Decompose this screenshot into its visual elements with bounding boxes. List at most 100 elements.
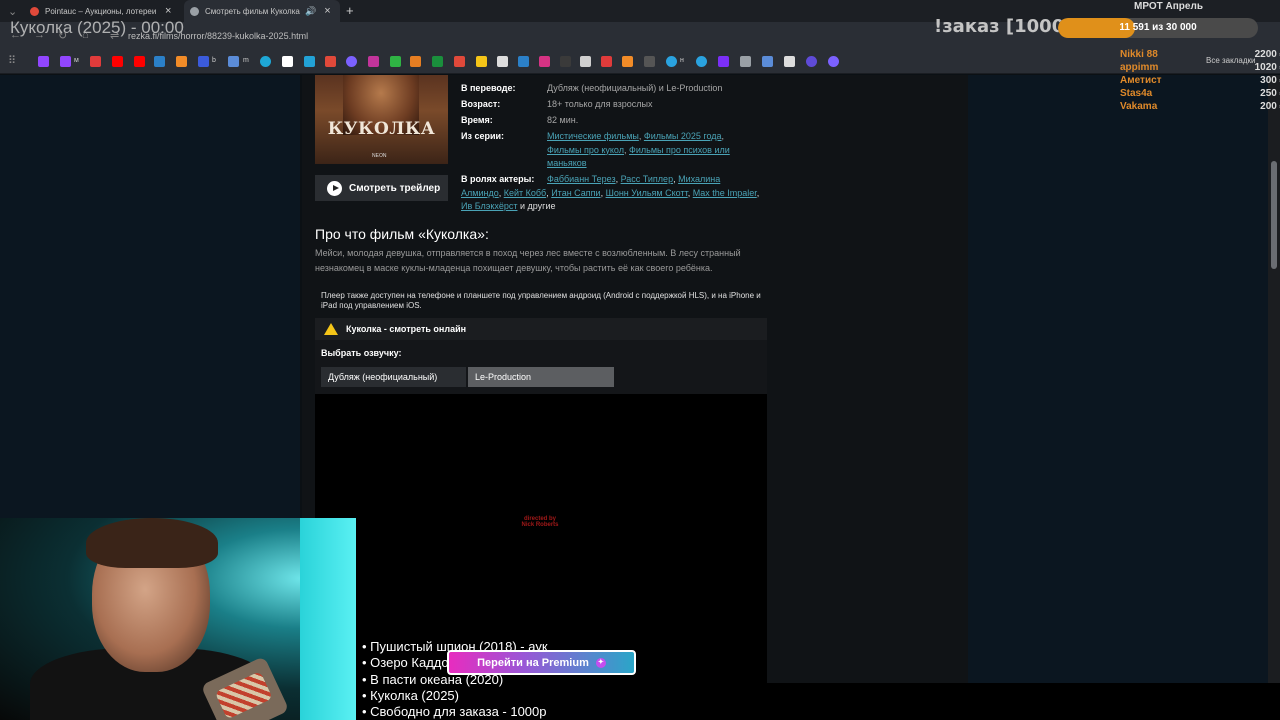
youtube-bookmark-icon[interactable] (112, 56, 123, 67)
scrollbar-thumb[interactable] (1271, 161, 1277, 269)
series-link[interactable]: Мистические фильмы (547, 131, 639, 141)
player-availability-note: Плеер также доступен на телефоне и планш… (321, 291, 761, 310)
bookmark-label[interactable]: b (212, 57, 216, 64)
telegram-bookmark-icon[interactable] (696, 56, 707, 67)
bookmark-icon[interactable] (325, 56, 336, 67)
tab-menu-icon[interactable]: ⌄ (8, 5, 17, 18)
webcam-backlight (300, 518, 356, 720)
bookmark-icon[interactable] (497, 56, 508, 67)
info-label: Возраст: (461, 99, 501, 109)
youtube-bookmark-icon[interactable] (134, 56, 145, 67)
premium-label: Перейти на Premium (477, 656, 589, 669)
warning-icon (324, 323, 338, 335)
page-scrollbar[interactable] (1268, 75, 1280, 683)
bookmark-icon[interactable] (580, 56, 591, 67)
cast-link[interactable]: Ив Блэкхёрст (461, 201, 517, 211)
queue-item: • Свободно для заказа - 1000р (362, 704, 547, 720)
close-tab-icon[interactable]: × (165, 5, 171, 17)
info-label: Из серии: (461, 131, 505, 141)
info-label: Время: (461, 115, 493, 125)
bookmark-icon[interactable] (518, 56, 529, 67)
bookmark-icon[interactable] (154, 56, 165, 67)
bookmark-icon[interactable] (718, 56, 729, 67)
info-value: Дубляж (неофициальный) и Le-Production (547, 83, 723, 93)
page-background-right (968, 75, 1268, 683)
apps-grid-icon[interactable]: ⠿ (8, 54, 16, 67)
streamer-webcam (0, 518, 356, 720)
bookmark-icon[interactable] (560, 56, 571, 67)
screen: ⌄ Pointauc – Аукционы, лотереи × Смотрет… (0, 0, 1280, 720)
series-links: Мистические фильмы, Фильмы 2025 года, Фи… (547, 131, 730, 168)
go-premium-button[interactable]: Перейти на Premium ✦ (447, 650, 636, 675)
stream-now-playing: Куколка (2025) - 00:00 (10, 18, 184, 37)
bookmark-icon[interactable] (90, 56, 101, 67)
cast-more: и другие (520, 201, 556, 211)
bookmark-icon[interactable] (828, 56, 839, 67)
movie-description: Мейси, молодая девушка, отправляется в п… (315, 248, 741, 273)
top-donors-title: МРОТ Апрель (1134, 1, 1203, 12)
series-link[interactable]: Фильмы 2025 года (644, 131, 722, 141)
bookmark-icon[interactable] (762, 56, 773, 67)
play-icon (327, 180, 342, 196)
bookmark-icon[interactable] (644, 56, 655, 67)
tab-rezka[interactable]: Смотреть фильм Куколка 🔊 × (184, 0, 340, 22)
cast-links: Фаббианн Терез, Расс Типлер, Михалина Ал… (461, 174, 760, 211)
rezka-favicon-icon (190, 6, 199, 16)
telegram-bookmark-icon[interactable] (666, 56, 677, 67)
bookmark-icon[interactable] (304, 56, 315, 67)
donation-goal-bar: 11 591 из 30 000 (1058, 18, 1258, 38)
donor-amount: 200 ₽ (1260, 101, 1280, 112)
bookmark-icon[interactable] (410, 56, 421, 67)
bookmark-label[interactable]: м (74, 57, 79, 64)
poster-title: КУКОЛКА (327, 119, 436, 139)
donor-amount: 300 ₽ (1260, 75, 1280, 86)
bookmark-icon[interactable] (740, 56, 751, 67)
info-value: 18+ только для взрослых (547, 99, 653, 109)
bookmark-icon[interactable] (368, 56, 379, 67)
bookmark-icon[interactable] (260, 56, 271, 67)
bookmark-icon[interactable] (432, 56, 443, 67)
cast-link[interactable]: Max the Impaler (693, 188, 757, 198)
twitch-bookmark-icon[interactable] (60, 56, 71, 67)
pointauc-favicon-icon (30, 6, 39, 16)
bookmark-label[interactable]: m (243, 57, 249, 64)
movie-poster[interactable]: КУКОЛКА NEON (315, 75, 448, 164)
trailer-label: Смотреть трейлер (349, 182, 441, 194)
new-tab-button[interactable]: + (346, 3, 354, 18)
bookmark-icon[interactable] (198, 56, 209, 67)
goal-progress-text: 11 591 из 30 000 (1119, 22, 1197, 33)
voice-label: Выбрать озвучку: (321, 348, 402, 358)
watch-trailer-button[interactable]: Смотреть трейлер (315, 175, 448, 201)
twitch-bookmark-icon[interactable] (38, 56, 49, 67)
bookmark-icon[interactable] (622, 56, 633, 67)
speaker-icon[interactable]: 🔊 (305, 6, 316, 17)
premium-badge-icon: ✦ (595, 657, 606, 668)
bookmark-icon[interactable] (282, 56, 293, 67)
voice-option-dub[interactable]: Дубляж (неофициальный) (321, 367, 466, 387)
cast-link[interactable]: Расс Типлер (621, 174, 673, 184)
bookmark-icon[interactable] (476, 56, 487, 67)
bookmark-icon[interactable] (390, 56, 401, 67)
bookmark-icon[interactable] (346, 56, 357, 67)
tab-title: Pointauc – Аукционы, лотереи (45, 6, 157, 16)
bookmark-icon[interactable] (806, 56, 817, 67)
bookmark-icon[interactable] (539, 56, 550, 67)
close-tab-icon[interactable]: × (324, 5, 330, 17)
series-link[interactable]: Фильмы про кукол (547, 145, 624, 155)
about-heading: Про что фильм «Куколка»: (315, 226, 489, 242)
bookmark-icon[interactable] (601, 56, 612, 67)
cast-link[interactable]: Фаббианн Терез (547, 174, 616, 184)
cast-link[interactable]: Итан Саппи (551, 188, 600, 198)
bookmark-icon[interactable] (228, 56, 239, 67)
donor-amount: 2200 ₽ (1254, 49, 1280, 60)
bookmark-icon[interactable] (784, 56, 795, 67)
bookmark-icon[interactable] (454, 56, 465, 67)
cast-link[interactable]: Шонн Уильям Скотт (606, 188, 688, 198)
voice-option-le-production[interactable]: Le-Production (468, 367, 614, 387)
info-label: В переводе: (461, 83, 516, 93)
info-value: 82 мин. (547, 115, 579, 125)
mail-bookmark-icon[interactable] (176, 56, 187, 67)
bookmark-label[interactable]: н (680, 57, 684, 64)
watch-online-bar: Куколка - смотреть онлайн (315, 318, 767, 340)
cast-link[interactable]: Кейт Кобб (504, 188, 546, 198)
